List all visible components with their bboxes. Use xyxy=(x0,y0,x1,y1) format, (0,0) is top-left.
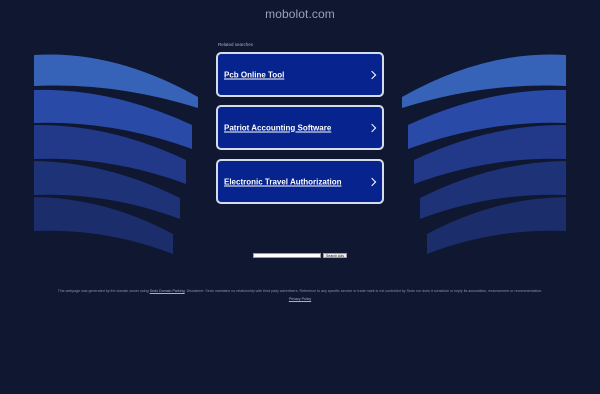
search-input[interactable] xyxy=(253,253,321,258)
search-ads-button[interactable]: Search Ads xyxy=(323,253,347,258)
left-waves xyxy=(34,54,198,254)
related-searches-label: Related searches xyxy=(218,42,254,47)
chevron-right-icon xyxy=(367,123,377,132)
chevron-right-icon xyxy=(367,70,377,79)
disclaimer-text: This webpage was generated by the domain… xyxy=(0,289,600,293)
chevron-right-icon xyxy=(367,177,377,186)
disclaimer-prefix: This webpage was generated by the domain… xyxy=(57,289,149,293)
related-link-patriot-accounting-software[interactable]: Patriot Accounting Software xyxy=(216,105,384,150)
related-link-label[interactable]: Patriot Accounting Software xyxy=(224,123,331,132)
right-waves xyxy=(402,54,566,254)
related-link-pcb-online-tool[interactable]: Pcb Online Tool xyxy=(216,52,384,97)
disclaimer-suffix: . Disclaimer: Sedo maintains no relation… xyxy=(184,289,543,293)
privacy-policy-link[interactable]: Privacy Policy xyxy=(0,297,600,301)
related-link-electronic-travel-authorization[interactable]: Electronic Travel Authorization xyxy=(216,159,384,204)
sedo-domain-parking-link[interactable]: Sedo Domain Parking xyxy=(150,289,185,293)
related-link-label[interactable]: Electronic Travel Authorization xyxy=(224,177,342,186)
related-link-label[interactable]: Pcb Online Tool xyxy=(224,70,284,79)
